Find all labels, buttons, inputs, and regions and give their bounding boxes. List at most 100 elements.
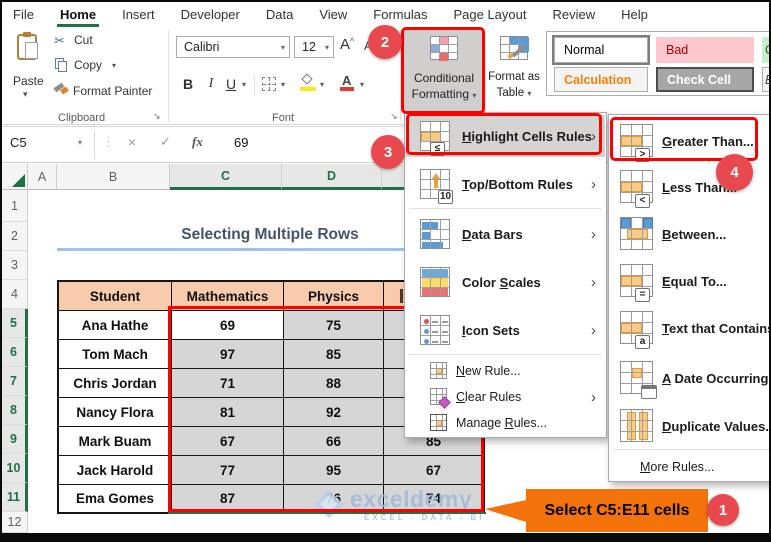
frame-top [0, 0, 771, 2]
style-bad[interactable]: Bad [656, 37, 754, 63]
name-box[interactable]: C5 [10, 135, 27, 150]
fx-icon[interactable]: fx [192, 134, 203, 150]
row-header-4[interactable]: 4 [2, 280, 28, 309]
cell-b11[interactable]: Ema Gomes [59, 485, 172, 514]
font-name-combo[interactable]: Calibri ▾ [176, 36, 290, 58]
font-name-caret-icon: ▾ [280, 42, 285, 52]
submenu-arrow-icon: › [591, 321, 596, 339]
tab-developer[interactable]: Developer [181, 7, 240, 22]
submenu-item-duplicate-values[interactable]: Duplicate Values... [610, 404, 771, 448]
row-header-9[interactable]: 9 [2, 425, 28, 454]
underline-button[interactable]: U [224, 74, 238, 94]
row-header-5[interactable]: 5 [2, 309, 28, 338]
menu-item-icon-sets[interactable]: Icon Sets › [406, 308, 605, 352]
underline-caret-icon[interactable]: ▾ [242, 80, 246, 89]
frame-bottom [0, 533, 771, 542]
menu-item-data-bars[interactable]: Data Bars › [406, 212, 605, 256]
tab-view[interactable]: View [319, 7, 347, 22]
col-header-c[interactable]: C [170, 164, 282, 190]
style-calculation[interactable]: Calculation [554, 67, 648, 92]
font-name-value: Calibri [184, 40, 220, 54]
format-as-table-icon [500, 36, 529, 60]
duplicate-values-icon [620, 409, 653, 442]
cell-b6[interactable]: Tom Mach [59, 340, 172, 369]
row-header-8[interactable]: 8 [2, 396, 28, 425]
format-painter-button[interactable]: Format Painter [52, 82, 182, 100]
tab-review[interactable]: Review [552, 7, 595, 22]
menu-item-top-bottom-rules[interactable]: 10 Top/Bottom Rules › [406, 162, 605, 206]
cancel-icon[interactable]: × [128, 134, 136, 150]
menu-item-color-scales[interactable]: Color Scales › [406, 260, 605, 304]
row-header-11[interactable]: 11 [2, 483, 28, 512]
a-date-occurring-icon [620, 361, 657, 399]
cell-b5[interactable]: Ana Hathe [59, 311, 172, 340]
menu-item-new-rule[interactable]: New Rule... [406, 359, 605, 383]
tab-page-layout[interactable]: Page Layout [453, 7, 526, 22]
clear-rules-icon [430, 388, 451, 409]
font-row-separator [254, 74, 255, 96]
formula-input[interactable]: 69 [234, 135, 248, 150]
row-header-2[interactable]: 2 [2, 222, 28, 251]
col-header-d[interactable]: D [282, 164, 382, 190]
formula-bar-grip-icon: ⋮ [102, 134, 115, 149]
font-color-button[interactable]: A [340, 73, 356, 94]
paste-button[interactable]: Paste ▾ [10, 32, 50, 106]
row-header-7[interactable]: 7 [2, 367, 28, 396]
cell-b9[interactable]: Mark Buam [59, 427, 172, 456]
cell-b7[interactable]: Chris Jordan [59, 369, 172, 398]
calendar-badge-icon [641, 385, 657, 399]
submenu-item-between[interactable]: Between... [610, 212, 771, 256]
ribbon-tab-bar: File Home Insert Developer Data View For… [13, 7, 648, 27]
tab-home[interactable]: Home [56, 7, 100, 27]
tab-file[interactable]: File [13, 7, 34, 22]
submenu-arrow-icon: › [591, 225, 596, 243]
data-bars-icon [420, 219, 450, 249]
clipboard-dialog-launcher-icon[interactable]: ↘ [153, 111, 161, 122]
submenu-item-more-rules[interactable]: More Rules... [610, 455, 771, 479]
menu-item-manage-rules[interactable]: Manage Rules... [406, 411, 605, 435]
row-header-10[interactable]: 10 [2, 454, 28, 483]
row-header-1[interactable]: 1 [2, 190, 28, 222]
tab-help[interactable]: Help [621, 7, 648, 22]
bold-button[interactable]: B [180, 74, 196, 94]
copy-button[interactable]: Copy ▾ [54, 56, 164, 74]
col-header-b[interactable]: B [57, 164, 170, 190]
font-color-bar [340, 87, 354, 91]
paste-dropdown-caret-icon[interactable]: ▾ [23, 89, 28, 100]
style-check-cell[interactable]: Check Cell [656, 67, 754, 92]
row-header-6[interactable]: 6 [2, 338, 28, 367]
submenu-item-a-date-occurring[interactable]: A Date Occurring... [610, 356, 771, 400]
borders-button[interactable] [262, 77, 276, 91]
row-header-12[interactable]: 12 [2, 512, 28, 533]
annotation-box-highlight-cells-rules [406, 113, 602, 155]
tab-insert[interactable]: Insert [122, 7, 155, 22]
table-header-student[interactable]: Student [59, 282, 172, 311]
font-size-combo[interactable]: 12 ▾ [294, 36, 334, 58]
increase-font-size-button[interactable]: A^ [340, 36, 354, 53]
font-color-caret-icon[interactable]: ▾ [360, 80, 364, 89]
format-as-table-button[interactable]: Format as Table ▾ [486, 29, 542, 113]
fill-color-caret-icon[interactable]: ▾ [320, 80, 324, 89]
style-normal[interactable]: Normal [554, 37, 648, 63]
cell-b10[interactable]: Jack Harold [59, 456, 172, 485]
menu-item-clear-rules[interactable]: Clear Rules › [406, 385, 605, 409]
name-box-caret-icon[interactable]: ▾ [78, 138, 82, 147]
fill-color-button[interactable] [300, 73, 318, 94]
submenu-item-equal-to[interactable]: = Equal To... [610, 259, 771, 303]
copy-dropdown-caret-icon[interactable]: ▾ [112, 61, 116, 70]
submenu-item-text-that-contains[interactable]: a Text that Contains... [610, 306, 771, 350]
fill-color-bar [300, 87, 316, 91]
row-header-3[interactable]: 3 [2, 251, 28, 280]
italic-button[interactable]: I [204, 74, 218, 94]
step-circle-3: 3 [371, 135, 405, 169]
font-dialog-launcher-icon[interactable]: ↘ [390, 111, 398, 122]
cell-b8[interactable]: Nancy Flora [59, 398, 172, 427]
select-all-button[interactable] [2, 164, 28, 190]
borders-caret-icon[interactable]: ▾ [281, 80, 285, 89]
new-rule-icon [430, 362, 447, 379]
col-header-a[interactable]: A [28, 164, 57, 190]
enter-icon[interactable]: ✓ [160, 134, 171, 150]
cut-button[interactable]: ✂ Cut [54, 32, 164, 48]
tab-formulas[interactable]: Formulas [373, 7, 427, 22]
tab-data[interactable]: Data [266, 7, 293, 22]
